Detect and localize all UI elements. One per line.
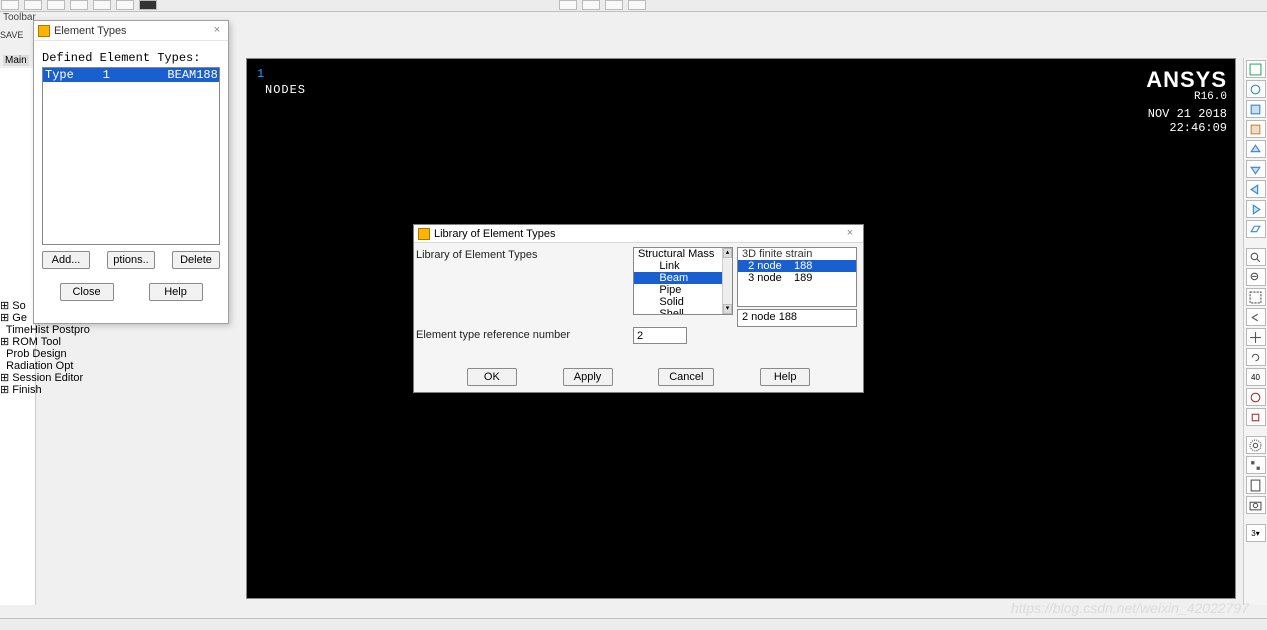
tree-item[interactable]: ⊞ ROM Tool: [0, 336, 230, 348]
capture-icon[interactable]: [1246, 496, 1266, 514]
tree-item[interactable]: Prob Design: [0, 348, 230, 360]
element-subtype-list[interactable]: 3D finite strain 2 node 188 3 node 189: [737, 247, 857, 307]
element-types-list[interactable]: Type 1 BEAM188: [42, 67, 220, 245]
library-label: Library of Element Types: [416, 249, 537, 261]
toolbar-button[interactable]: [139, 0, 157, 10]
scroll-down-icon[interactable]: ▾: [723, 304, 732, 314]
scroll-up-icon[interactable]: ▴: [723, 248, 732, 258]
add-button[interactable]: Add...: [42, 251, 90, 269]
dynamic-pan-icon[interactable]: [1246, 408, 1266, 426]
dynamic-rotate-icon[interactable]: [1246, 388, 1266, 406]
view-back-icon[interactable]: [1246, 120, 1266, 138]
view-iso-icon[interactable]: [1246, 60, 1266, 78]
plot-ctrls-icon[interactable]: [1246, 456, 1266, 474]
settings-icon[interactable]: [1246, 436, 1266, 454]
graphics-date: NOV 21 2018: [1148, 107, 1227, 121]
toolbar-button[interactable]: [47, 0, 65, 10]
toolbar-button[interactable]: [116, 0, 134, 10]
graphics-plot-label: NODES: [265, 83, 306, 97]
selected-subtype-field[interactable]: 2 node 188: [737, 309, 857, 327]
toolbar-button[interactable]: [628, 0, 646, 10]
dialog-title: Element Types: [54, 25, 210, 37]
toolbar-button[interactable]: [559, 0, 577, 10]
view-oblique-icon[interactable]: [1246, 220, 1266, 238]
rate-icon[interactable]: 40: [1246, 368, 1266, 386]
view-top-icon[interactable]: [1246, 140, 1266, 158]
toolbar-button[interactable]: [24, 0, 42, 10]
category-option[interactable]: Beam: [634, 272, 732, 284]
defined-types-label: Defined Element Types:: [42, 51, 220, 65]
element-types-dialog: Element Types × Defined Element Types: T…: [33, 20, 229, 324]
dialog-title: Library of Element Types: [434, 228, 841, 240]
subtype-option[interactable]: 2 node 188: [738, 260, 856, 272]
zoom-box-icon[interactable]: [1246, 288, 1266, 306]
tree-item[interactable]: TimeHist Postpro: [0, 324, 230, 336]
graphics-time: 22:46:09: [1169, 121, 1227, 135]
zoom-back-icon[interactable]: [1246, 308, 1266, 326]
subtype-header: 3D finite strain: [738, 248, 856, 260]
view-left-icon[interactable]: [1246, 180, 1266, 198]
toolbar-button[interactable]: [70, 0, 88, 10]
ansys-app-icon: [418, 228, 430, 240]
category-option[interactable]: Solid: [634, 296, 732, 308]
rotate-icon[interactable]: [1246, 348, 1266, 366]
graphics-window-number: 1: [257, 67, 264, 81]
top-toolbar: [0, 0, 1267, 12]
toolbar-button[interactable]: [605, 0, 623, 10]
category-option[interactable]: Structural Mass: [634, 248, 732, 260]
delete-button[interactable]: Delete: [172, 251, 220, 269]
close-icon[interactable]: ×: [841, 226, 859, 242]
tree-item[interactable]: ⊞ Session Editor: [0, 372, 230, 384]
scrollbar[interactable]: ▴ ▾: [722, 248, 732, 314]
library-element-types-dialog: Library of Element Types × Library of El…: [413, 224, 864, 393]
element-type-row[interactable]: Type 1 BEAM188: [43, 68, 219, 82]
category-option[interactable]: Shell: [634, 308, 732, 315]
cancel-button[interactable]: Cancel: [658, 368, 714, 386]
tree-item[interactable]: ⊞ Finish: [0, 384, 230, 396]
close-button[interactable]: Close: [60, 283, 114, 301]
toolbar-button[interactable]: [1, 0, 19, 10]
main-menu-label: Main: [3, 55, 29, 66]
zoom-in-icon[interactable]: [1246, 248, 1266, 266]
watermark-text: https://blog.csdn.net/weixin_42022797: [1011, 600, 1249, 616]
element-types-titlebar[interactable]: Element Types ×: [34, 21, 228, 41]
ok-button[interactable]: OK: [467, 368, 517, 386]
reference-number-input[interactable]: [633, 327, 687, 344]
ansys-app-icon: [38, 25, 50, 37]
save-db-button[interactable]: SAVE: [0, 30, 36, 40]
close-icon[interactable]: ×: [210, 24, 224, 38]
toolbar-button[interactable]: [582, 0, 600, 10]
toolbar-button[interactable]: [93, 0, 111, 10]
view-right-icon[interactable]: [1246, 200, 1266, 218]
view-bottom-icon[interactable]: [1246, 160, 1266, 178]
toolbox-label: Toolbar: [3, 12, 36, 23]
apply-button[interactable]: Apply: [563, 368, 613, 386]
help-button[interactable]: Help: [149, 283, 203, 301]
report-icon[interactable]: [1246, 476, 1266, 494]
category-option[interactable]: Link: [634, 260, 732, 272]
ansys-logo-text: ANSYS: [1146, 67, 1227, 93]
right-toolbar: 40 3▾: [1243, 58, 1267, 605]
view-fit-icon[interactable]: [1246, 80, 1266, 98]
options-button[interactable]: ptions..: [107, 251, 155, 269]
raise-hidden-icon[interactable]: 3▾: [1246, 524, 1266, 542]
status-bar: [0, 618, 1267, 630]
element-category-list[interactable]: Structural Mass Link Beam Pipe Solid She…: [633, 247, 733, 315]
ansys-version: R16.0: [1194, 91, 1227, 103]
help-button[interactable]: Help: [760, 368, 810, 386]
subtype-option[interactable]: 3 node 189: [738, 272, 856, 284]
zoom-out-icon[interactable]: [1246, 268, 1266, 286]
tree-item[interactable]: Radiation Opt: [0, 360, 230, 372]
reference-number-label: Element type reference number: [416, 329, 570, 341]
category-option[interactable]: Pipe: [634, 284, 732, 296]
library-titlebar[interactable]: Library of Element Types ×: [414, 225, 863, 243]
view-front-icon[interactable]: [1246, 100, 1266, 118]
pan-icon[interactable]: [1246, 328, 1266, 346]
